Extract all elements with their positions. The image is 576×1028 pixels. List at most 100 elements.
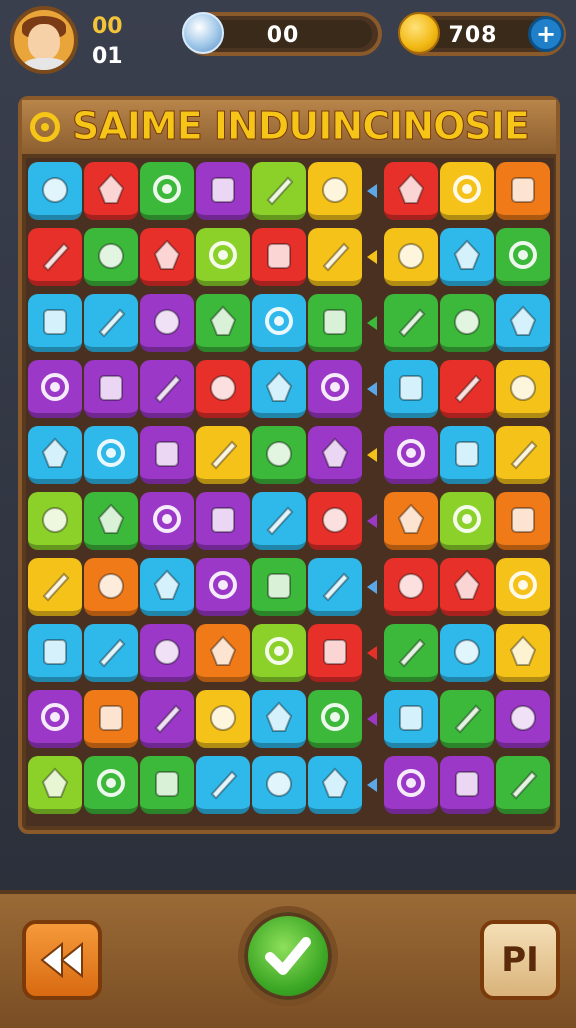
tile[interactable] (308, 426, 362, 484)
tile[interactable] (440, 162, 494, 220)
player-avatar-icon[interactable] (10, 6, 78, 74)
tile[interactable] (196, 294, 250, 352)
tile[interactable] (496, 228, 550, 286)
tile[interactable] (308, 756, 362, 814)
tile[interactable] (28, 360, 82, 418)
tile[interactable] (84, 294, 138, 352)
tile[interactable] (496, 690, 550, 748)
swirl-icon (265, 636, 293, 665)
tile[interactable] (384, 690, 438, 748)
tile[interactable] (196, 426, 250, 484)
tile[interactable] (496, 624, 550, 682)
tile[interactable] (252, 624, 306, 682)
tile[interactable] (440, 294, 494, 352)
tile[interactable] (384, 756, 438, 814)
tile[interactable] (84, 426, 138, 484)
tile[interactable] (384, 558, 438, 616)
tile[interactable] (196, 162, 250, 220)
tile[interactable] (308, 228, 362, 286)
tile[interactable] (84, 162, 138, 220)
tile[interactable] (84, 228, 138, 286)
tile[interactable] (140, 624, 194, 682)
tile[interactable] (308, 162, 362, 220)
tile[interactable] (440, 558, 494, 616)
tile[interactable] (28, 756, 82, 814)
tile[interactable] (252, 360, 306, 418)
tile[interactable] (28, 690, 82, 748)
tile[interactable] (440, 624, 494, 682)
tile[interactable] (440, 426, 494, 484)
tile[interactable] (84, 492, 138, 550)
tile[interactable] (196, 228, 250, 286)
tile[interactable] (84, 690, 138, 748)
tile[interactable] (196, 558, 250, 616)
back-button[interactable] (22, 920, 102, 1000)
tile[interactable] (440, 690, 494, 748)
tile[interactable] (140, 492, 194, 550)
add-coins-button[interactable]: + (528, 16, 564, 52)
tile[interactable] (308, 558, 362, 616)
tile[interactable] (496, 756, 550, 814)
tile[interactable] (84, 360, 138, 418)
tile[interactable] (252, 162, 306, 220)
tile[interactable] (84, 624, 138, 682)
tile[interactable] (496, 492, 550, 550)
tile[interactable] (28, 624, 82, 682)
tile[interactable] (384, 360, 438, 418)
tile[interactable] (252, 492, 306, 550)
tile[interactable] (28, 228, 82, 286)
tile[interactable] (140, 690, 194, 748)
tile[interactable] (384, 492, 438, 550)
tile[interactable] (28, 294, 82, 352)
tile[interactable] (496, 162, 550, 220)
tile[interactable] (384, 294, 438, 352)
tile[interactable] (252, 426, 306, 484)
tile[interactable] (28, 426, 82, 484)
tile[interactable] (196, 756, 250, 814)
tile[interactable] (196, 492, 250, 550)
tile[interactable] (384, 162, 438, 220)
tile[interactable] (252, 294, 306, 352)
tile[interactable] (384, 624, 438, 682)
tile[interactable] (308, 492, 362, 550)
tile[interactable] (440, 756, 494, 814)
tile[interactable] (308, 690, 362, 748)
tile[interactable] (496, 558, 550, 616)
tile[interactable] (308, 294, 362, 352)
tile[interactable] (28, 558, 82, 616)
tile[interactable] (140, 558, 194, 616)
tile[interactable] (196, 624, 250, 682)
tile[interactable] (496, 426, 550, 484)
tile[interactable] (252, 228, 306, 286)
tile[interactable] (140, 360, 194, 418)
connector-arrow-icon (364, 249, 380, 265)
tile[interactable] (308, 624, 362, 682)
tile[interactable] (140, 756, 194, 814)
tile[interactable] (440, 228, 494, 286)
swirl-icon (321, 702, 349, 731)
pause-button[interactable]: PI (480, 920, 560, 1000)
tile[interactable] (84, 558, 138, 616)
tile[interactable] (140, 294, 194, 352)
tile[interactable] (140, 228, 194, 286)
tile[interactable] (140, 426, 194, 484)
tile[interactable] (384, 426, 438, 484)
tile[interactable] (252, 690, 306, 748)
tile[interactable] (496, 360, 550, 418)
tile[interactable] (252, 756, 306, 814)
tile[interactable] (440, 492, 494, 550)
tile[interactable] (308, 360, 362, 418)
tile[interactable] (384, 228, 438, 286)
tile[interactable] (496, 294, 550, 352)
tile[interactable] (28, 492, 82, 550)
tile[interactable] (140, 162, 194, 220)
confirm-button[interactable] (238, 906, 338, 1006)
tile[interactable] (84, 756, 138, 814)
tile[interactable] (440, 360, 494, 418)
tile[interactable] (28, 162, 82, 220)
tile[interactable] (196, 360, 250, 418)
block-icon (267, 242, 291, 269)
tile[interactable] (196, 690, 250, 748)
moves-counter: 01 (92, 44, 123, 69)
tile[interactable] (252, 558, 306, 616)
